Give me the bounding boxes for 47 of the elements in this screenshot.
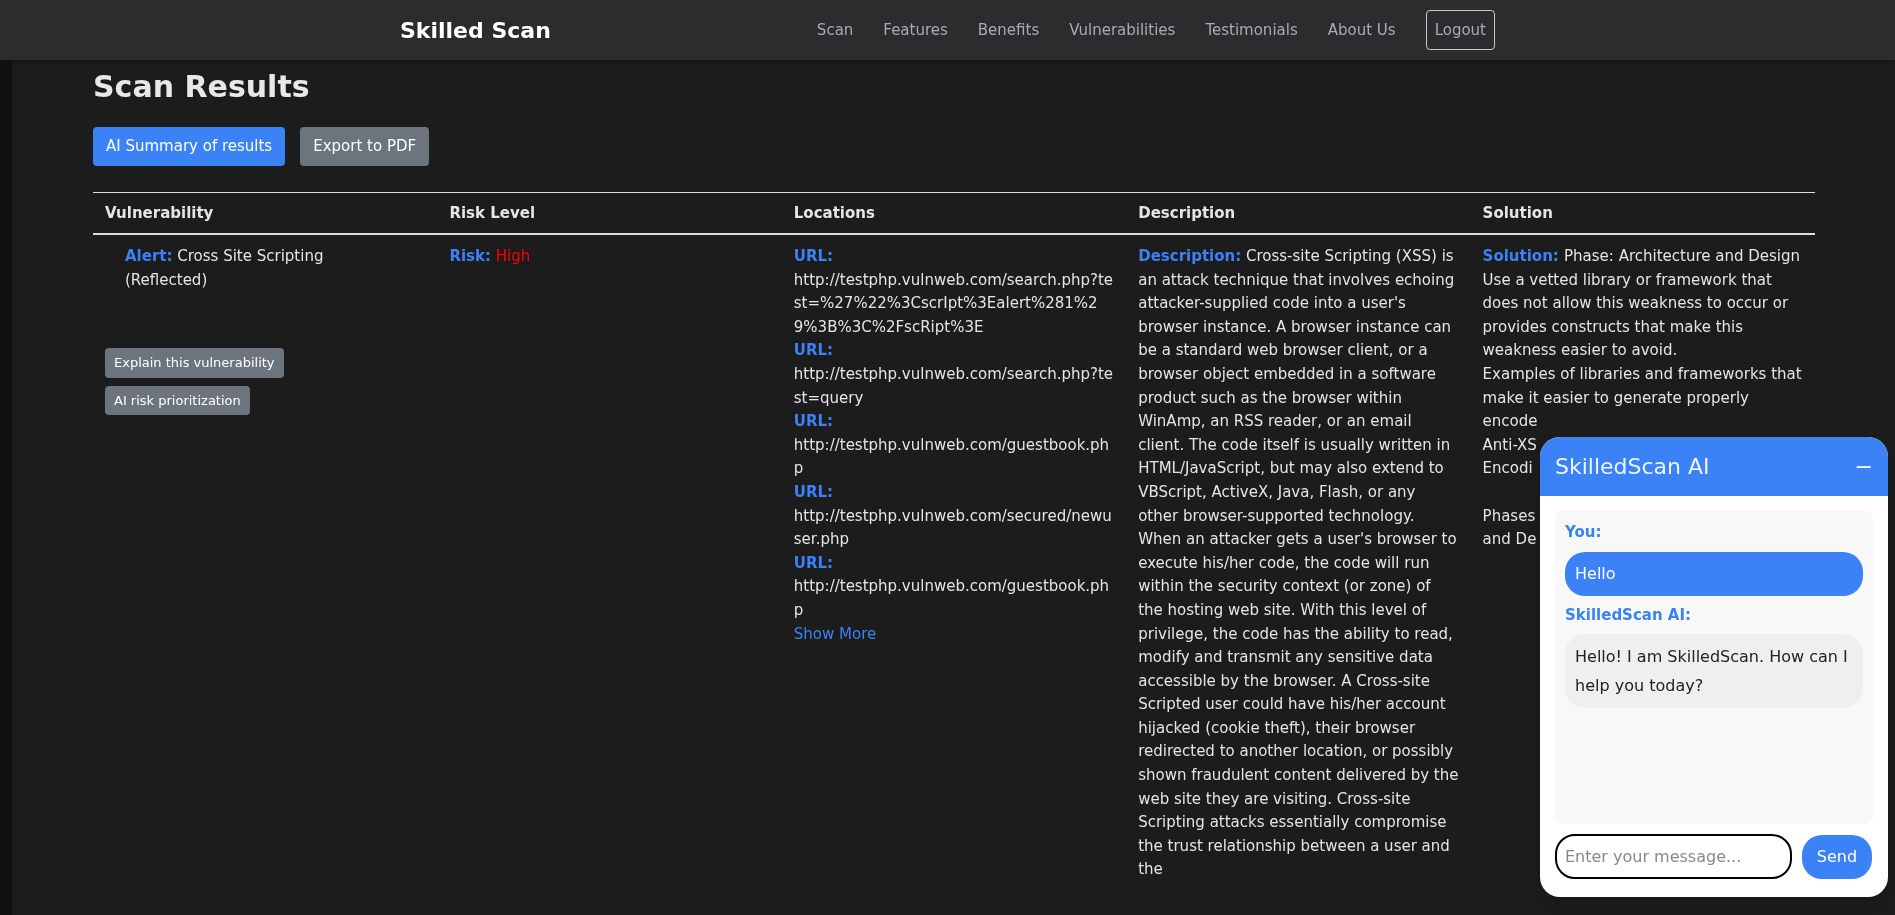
brand-logo[interactable]: Skilled Scan — [400, 13, 551, 47]
column-header: Risk Level — [448, 202, 537, 224]
chat-title: SkilledScan AI — [1555, 453, 1710, 481]
nav-link[interactable]: Benefits — [977, 18, 1040, 42]
location-url: http://testphp.vulnweb.com/secured/newuser.php — [793, 505, 1113, 551]
column-header: Description — [1137, 202, 1237, 224]
column-header: Vulnerability — [104, 202, 215, 224]
page-title: Scan Results — [93, 68, 311, 106]
send-button[interactable]: Send — [1802, 834, 1872, 879]
solution-text: Phases — [1482, 505, 1536, 527]
vulnerability-action-button[interactable]: Explain this vulnerability — [105, 348, 284, 378]
location-url: http://testphp.vulnweb.com/guestbook.php — [793, 576, 1111, 621]
location-url: http://testphp.vulnweb.com/search.php?test=%27%22%3CscrIpt%3Ealert%281%29%3B%3C%2FscRipt%3E — [793, 269, 1115, 338]
solution-text: Use a vetted library or framework that does not allow this weakness to occur or provides constructs that make this weakness easier to avoid. — [1482, 269, 1790, 362]
logout-button[interactable]: Logout — [1425, 9, 1495, 51]
nav-link[interactable]: Features — [883, 18, 948, 42]
nav-link[interactable]: Vulnerabilities — [1069, 18, 1176, 42]
solution-text: Anti-XS — [1482, 434, 1537, 456]
nav-link[interactable]: Testimonials — [1205, 18, 1298, 42]
solution-text: and De — [1482, 529, 1537, 551]
message-sender: SkilledScan AI: — [1565, 604, 1693, 626]
nav-link[interactable]: Scan — [816, 18, 854, 42]
risk-level: Risk: High — [449, 246, 532, 267]
url-label: URL: — [793, 411, 835, 433]
solution-text: Encodi — [1482, 458, 1533, 480]
solution-text: encode — [1482, 411, 1538, 433]
url-label: URL: — [793, 552, 835, 574]
solution-text: Solution: Phase: Architecture and Design — [1482, 246, 1802, 267]
message-input[interactable]: Enter your message... — [1555, 834, 1792, 879]
column-header: Locations — [792, 202, 876, 224]
minimize-button[interactable]: − — [1854, 450, 1873, 483]
url-label: URL: — [793, 481, 835, 503]
show-more-link[interactable]: Show More — [793, 622, 877, 647]
location-url: http://testphp.vulnweb.com/search.php?test=query — [793, 363, 1115, 409]
nav-link[interactable]: About Us — [1327, 18, 1396, 42]
description-text: Description: Cross-site Scripting (XSS) is an attack technique that involves echoing attacker-supplied code into a user's browser instance. A browser instance can be a standard web browser client, or a browser object embedded in a software product such as the browser within WinAmp, an RSS reader, or an email client. The code itself is usually written in HTML/JavaScript, but may also extend to VBScript, ActiveX, Java, Flash, or any other browser-supported technology. When an attacker gets a user's browser to execute his/her code, the code will run within the security context (or zone) of the hosting web site. With this level of privilege, the code has the ability to read, modify and transmit any sensitive data accessible by the browser. A Cross-site Scripted user could have his/her account hijacked (cookie theft), their browser redirected to another location, or possibly shown fraudulent content delivered by the web site they are visiting. Cross-site Scripting attacks essentially compromise the trust relationship between a user and the — [1138, 246, 1459, 881]
message-bubble: Hello! I am SkilledScan. How can I help you today? — [1565, 634, 1863, 708]
action-button[interactable]: Export to PDF — [300, 127, 430, 166]
message-bubble: Hello — [1565, 551, 1863, 596]
location-url: http://testphp.vulnweb.com/guestbook.php — [793, 434, 1111, 480]
message-sender: You: — [1565, 522, 1603, 543]
action-button[interactable]: AI Summary of results — [93, 127, 286, 166]
column-header: Solution — [1481, 202, 1554, 224]
url-label: URL: — [793, 340, 835, 362]
alert-text: Alert: Cross Site Scripting (Reflected) — [124, 246, 325, 291]
url-label: URL: — [793, 246, 835, 267]
vulnerability-action-button[interactable]: AI risk prioritization — [105, 385, 250, 416]
